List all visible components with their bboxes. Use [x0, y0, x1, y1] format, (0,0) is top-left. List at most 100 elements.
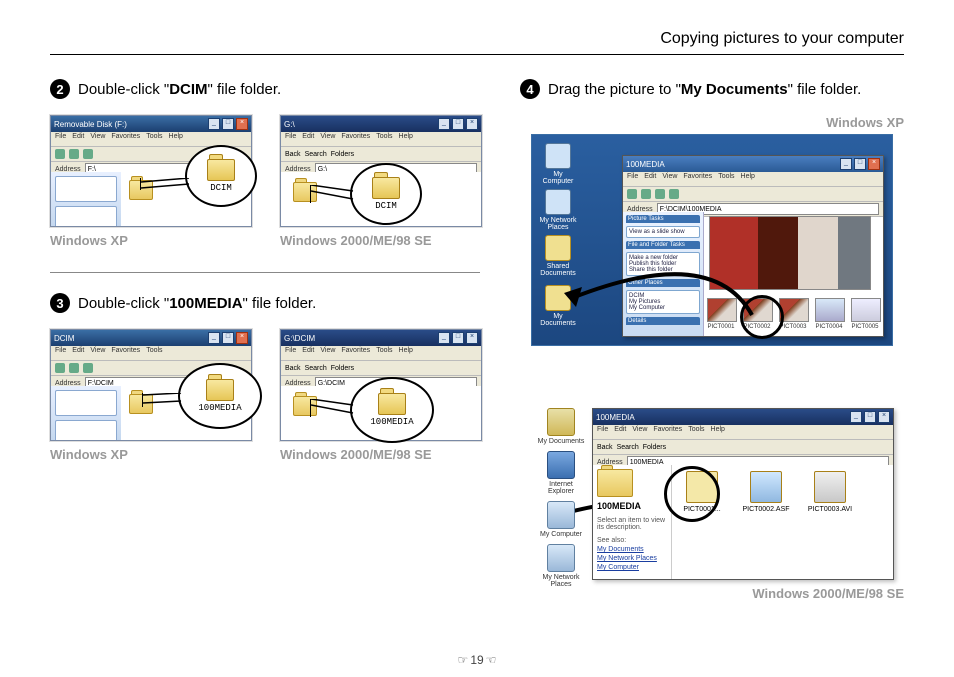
minimize-icon: _ — [208, 118, 220, 130]
side-details: Details — [626, 317, 700, 325]
menu-view: View — [90, 133, 105, 145]
step2-2k-title: G:\ — [284, 120, 295, 129]
thumbnail: PICT0002 — [743, 298, 771, 330]
menu-favorites: Favorites — [111, 133, 140, 145]
back-icon — [627, 189, 637, 199]
win2000-window: 100MEDIA _ □ × File Edit View Favorites … — [592, 408, 894, 580]
thumbnail: PICT0005 — [851, 298, 879, 330]
folders-icon — [83, 363, 93, 373]
menu-favorites: Favorites — [341, 347, 370, 359]
os-label-legacy: Windows 2000/ME/98 SE — [280, 447, 480, 462]
back-button: Back — [285, 151, 301, 158]
100media-callout: 100MEDIA — [350, 377, 434, 443]
close-icon: × — [466, 332, 478, 344]
step-3-suffix: " file folder. — [243, 295, 317, 312]
os-label-legacy: Windows 2000/ME/98 SE — [520, 586, 904, 601]
search-icon — [69, 149, 79, 159]
step-3: 3 Double-click "100MEDIA" file folder. D… — [50, 293, 480, 462]
step2-xp-title: Removable Disk (F:) — [54, 120, 127, 129]
step-3-text: Double-click "100MEDIA" file folder. — [78, 295, 316, 312]
menu-tools: Tools — [376, 133, 392, 145]
minimize-icon: _ — [840, 158, 852, 170]
step-4-suffix: " file folder. — [788, 81, 862, 98]
menu-tools: Tools — [718, 173, 734, 185]
menu-tools: Tools — [376, 347, 392, 359]
step-3-prefix: Double-click " — [78, 295, 169, 312]
search-button: Search — [305, 151, 327, 158]
dcim-callout-label: DCIM — [210, 183, 232, 193]
menu-view: View — [320, 133, 335, 145]
menu-help: Help — [169, 133, 183, 145]
menu-favorites: Favorites — [653, 426, 682, 438]
step-2-prefix: Double-click " — [78, 81, 169, 98]
desktop-my-computer-icon: My Computer — [538, 143, 578, 185]
menu-favorites: Favorites — [683, 173, 712, 185]
step2-legacy-screenshot: G:\ _ □ × File Edit View — [280, 115, 480, 248]
os-label-xp: Windows XP — [50, 233, 250, 248]
menu-file: File — [285, 347, 296, 359]
leader-line — [140, 178, 191, 190]
folders-button: Folders — [331, 365, 354, 372]
back-icon — [55, 363, 65, 373]
step3-xp-screenshot: DCIM _ □ × File Edit View — [50, 329, 250, 462]
folders-icon — [83, 149, 93, 159]
file-pict0003: PICT0003.AVI — [806, 471, 854, 513]
step3-xp-title: DCIM — [54, 334, 74, 343]
search-icon — [69, 363, 79, 373]
menu-file: File — [285, 133, 296, 145]
select-tip: Select an item to view its description. — [597, 517, 667, 531]
os-label-xp: Windows XP — [520, 115, 904, 130]
close-icon: × — [236, 332, 248, 344]
dcim-callout: DCIM — [185, 145, 257, 207]
back-button: Back — [597, 444, 613, 451]
desktop-my-network-icon: My Network Places — [537, 544, 585, 588]
step-4-bold: My Documents — [681, 81, 788, 98]
dcim-callout-label: DCIM — [375, 201, 397, 211]
maximize-icon: □ — [854, 158, 866, 170]
menu-edit: Edit — [644, 173, 656, 185]
step-3-bold: 100MEDIA — [169, 295, 242, 312]
menu-help: Help — [399, 133, 413, 145]
section-title: Copying pictures to your computer — [50, 30, 904, 55]
menu-view: View — [662, 173, 677, 185]
step-2-number: 2 — [50, 79, 70, 99]
side-panel — [55, 176, 117, 202]
menu-file: File — [597, 426, 608, 438]
close-icon: × — [466, 118, 478, 130]
fwd-icon — [641, 189, 651, 199]
step2-xp-screenshot: Removable Disk (F:) _ □ × File Edit — [50, 115, 250, 248]
side-other-places: Other Places — [626, 279, 700, 287]
thumbnail: PICT0003 — [779, 298, 807, 330]
back-icon — [55, 149, 65, 159]
xp-explorer-title: 100MEDIA — [626, 160, 665, 169]
see-also: See also: — [597, 537, 667, 544]
menu-file: File — [55, 133, 66, 145]
menu-help: Help — [399, 347, 413, 359]
file-pict0001: PICT0001... — [678, 471, 726, 513]
menu-help: Help — [711, 426, 725, 438]
side-picture-tasks: Picture Tasks — [626, 215, 700, 223]
minimize-icon: _ — [850, 411, 862, 423]
step-3-number: 3 — [50, 293, 70, 313]
minimize-icon: _ — [438, 332, 450, 344]
thumbnail: PICT0001 — [707, 298, 735, 330]
step-2-bold: DCIM — [169, 81, 207, 98]
search-icon — [655, 189, 665, 199]
desktop-my-documents-icon: My Documents — [537, 408, 585, 445]
step-2-suffix: " file folder. — [208, 81, 282, 98]
side-picture-items: View as a slide show — [626, 226, 700, 238]
photo-preview — [709, 216, 871, 290]
folders-button: Folders — [643, 444, 666, 451]
minimize-icon: _ — [438, 118, 450, 130]
menu-view: View — [320, 347, 335, 359]
folders-button: Folders — [331, 151, 354, 158]
search-button: Search — [305, 365, 327, 372]
menu-edit: Edit — [72, 133, 84, 145]
maximize-icon: □ — [222, 332, 234, 344]
dcim-callout: DCIM — [350, 163, 422, 225]
left-column: 2 Double-click "DCIM" file folder. Remov… — [50, 79, 480, 601]
file-pict0002: PICT0002.ASF — [742, 471, 790, 513]
menu-file: File — [55, 347, 66, 359]
menu-help: Help — [741, 173, 755, 185]
page-number: 19 — [0, 653, 954, 667]
